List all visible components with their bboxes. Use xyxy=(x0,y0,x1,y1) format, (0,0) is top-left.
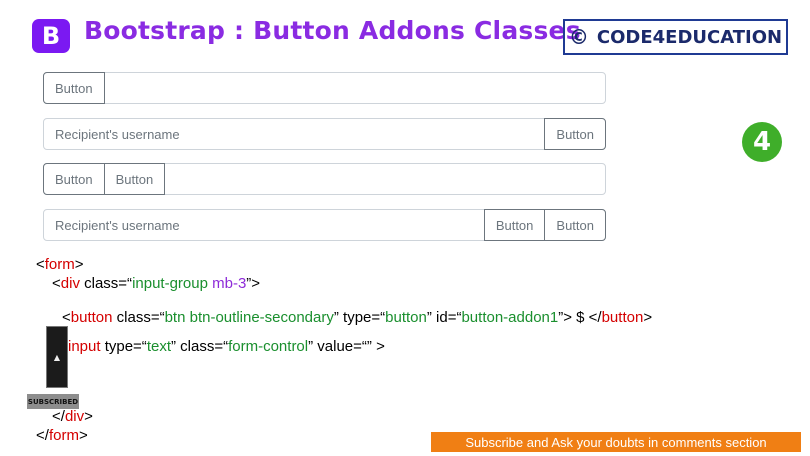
addon-button[interactable]: Button xyxy=(43,72,105,104)
code-value: text xyxy=(146,338,171,355)
code-value: button xyxy=(385,309,427,326)
code-tag: input xyxy=(68,338,101,355)
code-punct: < xyxy=(62,309,71,326)
addon-button[interactable]: Button xyxy=(544,118,606,150)
page-title: Bootstrap : Button Addons Classes xyxy=(84,16,581,45)
code-tag: form xyxy=(44,256,75,273)
code-punct: ”> $ </ xyxy=(558,309,602,326)
bell-icon: ▲ xyxy=(53,352,61,362)
addon-button[interactable]: Button xyxy=(483,209,546,241)
code-value: mb-3 xyxy=(207,275,247,292)
recipient-username-input[interactable]: Recipient's username xyxy=(44,210,484,240)
code-punct: > xyxy=(78,427,88,444)
code-attr: ” class=“ xyxy=(171,338,229,355)
code-attr: ” type=“ xyxy=(333,309,386,326)
input-group-2: Recipient's username Button xyxy=(43,118,606,150)
code-line-form-close: </form> xyxy=(36,427,88,444)
subscribed-badge[interactable]: SUBSCRIBED xyxy=(27,394,79,409)
code-line-form-open: <form> xyxy=(36,256,84,273)
code-punct: > xyxy=(74,256,84,273)
code4education-circle-logo: 4 xyxy=(742,122,782,162)
brand-name: CODE4EDUCATION xyxy=(596,26,783,48)
input-group-3: Button Button xyxy=(43,163,606,195)
text-input[interactable] xyxy=(165,164,605,194)
code-line-div-open: <div class=“input-group mb-3”> xyxy=(52,275,260,292)
text-input[interactable] xyxy=(105,73,605,103)
code-punct: > xyxy=(643,309,653,326)
code-value: button-addon1 xyxy=(461,309,559,326)
code-tag: button xyxy=(601,309,644,326)
code-tag: form xyxy=(48,427,79,444)
code-punct: </ xyxy=(52,408,65,425)
addon-button[interactable]: Button xyxy=(43,163,105,195)
code-line-button: <button class=“btn btn-outline-secondary… xyxy=(62,309,652,326)
code-line-input: input type=“text” class=“form-control” v… xyxy=(68,338,385,355)
code-tag: button xyxy=(70,309,113,326)
code-tag: div xyxy=(60,275,80,292)
code-punct: </ xyxy=(36,427,49,444)
input-group-4: Recipient's username Button Button xyxy=(43,209,606,241)
copyright-icon: © xyxy=(568,25,589,49)
code-attr: class=“ xyxy=(112,309,165,326)
code-punct: < xyxy=(52,275,61,292)
subscribe-banner: Subscribe and Ask your doubts in comment… xyxy=(431,432,801,452)
code-value: input-group xyxy=(132,275,208,292)
code-punct: < xyxy=(36,256,45,273)
code-attr: class=“ xyxy=(79,275,133,292)
phone-icon: ▲ xyxy=(46,326,68,388)
bootstrap-logo: B xyxy=(32,19,70,53)
addon-button[interactable]: Button xyxy=(544,209,606,241)
input-group-1: Button xyxy=(43,72,606,104)
addon-button[interactable]: Button xyxy=(103,163,166,195)
code-line-div-close: </div> xyxy=(52,408,93,425)
recipient-username-input[interactable]: Recipient's username xyxy=(44,119,544,149)
code-attr: ” id=“ xyxy=(426,309,462,326)
code-punct: ”> xyxy=(246,275,261,292)
code-attr: type=“ xyxy=(100,338,147,355)
logo-letter: B xyxy=(41,22,61,50)
brand-box: © CODE4EDUCATION xyxy=(563,19,788,55)
code-attr: ” value=“” > xyxy=(308,338,385,355)
code-value: form-control xyxy=(228,338,309,355)
code-tag: div xyxy=(64,408,85,425)
code-value: btn btn-outline-secondary xyxy=(164,309,334,326)
code-punct: > xyxy=(84,408,93,425)
